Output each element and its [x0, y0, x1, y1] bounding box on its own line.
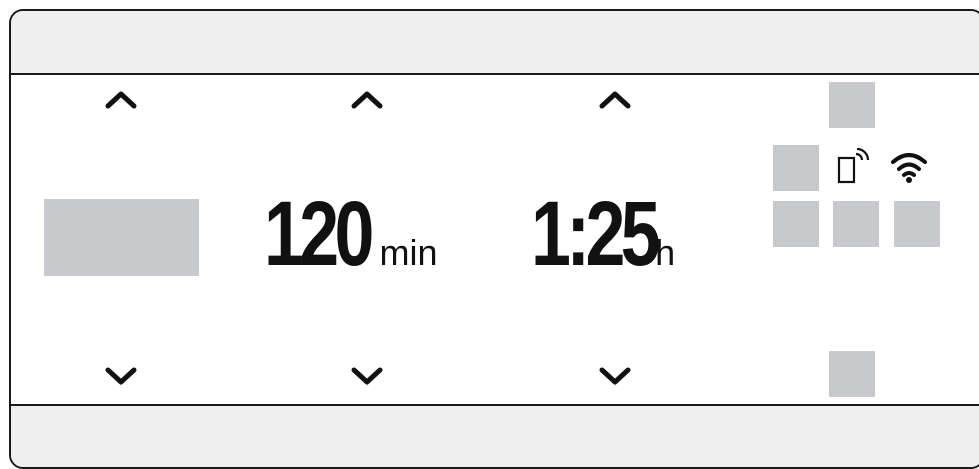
duration-readout: 120 min	[264, 188, 438, 280]
chevron-down-icon[interactable]	[103, 364, 139, 388]
duration-unit: min	[379, 232, 438, 273]
clock-readout: 1:25h	[531, 188, 675, 280]
bottom-right-block	[829, 351, 875, 397]
chevron-up-icon[interactable]	[349, 88, 385, 112]
chevron-up-icon[interactable]	[597, 88, 633, 112]
chevron-up-icon[interactable]	[103, 88, 139, 112]
top-right-block	[829, 82, 875, 128]
row-block-2	[833, 201, 879, 247]
middle-left-block	[773, 145, 819, 191]
row-block-3	[894, 201, 940, 247]
chevron-down-icon[interactable]	[349, 364, 385, 388]
clock-value: 1:25	[531, 183, 661, 285]
row-block-1	[773, 201, 819, 247]
duration-value: 120	[264, 183, 374, 285]
top-bar	[11, 11, 979, 75]
phone-remote-icon	[836, 147, 870, 186]
bottom-bar	[11, 404, 979, 467]
wifi-icon	[889, 150, 929, 186]
left-placeholder-block	[44, 199, 199, 276]
clock-unit: h	[655, 232, 676, 273]
chevron-down-icon[interactable]	[597, 364, 633, 388]
